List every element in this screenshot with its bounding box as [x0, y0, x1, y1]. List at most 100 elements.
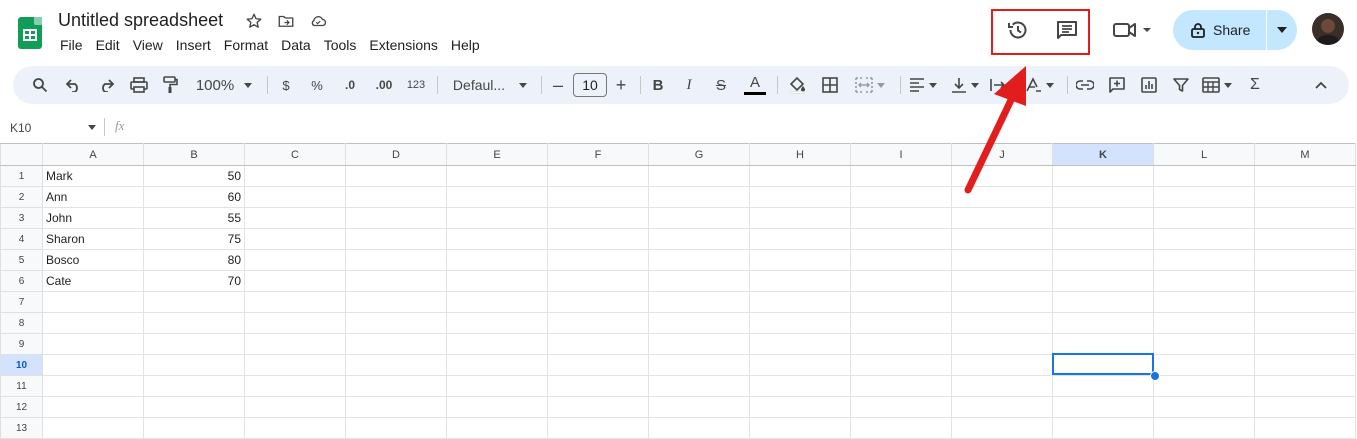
bold-button[interactable]: B: [647, 66, 669, 104]
cell-g2[interactable]: [648, 186, 750, 208]
cell-e6[interactable]: [446, 270, 548, 292]
cell-h9[interactable]: [749, 333, 851, 355]
cell-g5[interactable]: [648, 249, 750, 271]
cell-a4[interactable]: Sharon: [42, 228, 144, 250]
cell-h10[interactable]: [749, 354, 851, 376]
cell-k13[interactable]: [1052, 417, 1154, 439]
row-header[interactable]: 12: [0, 396, 43, 418]
cell-e10[interactable]: [446, 354, 548, 376]
column-header-a[interactable]: A: [42, 143, 144, 166]
cell-d5[interactable]: [345, 249, 447, 271]
cell-d11[interactable]: [345, 375, 447, 397]
undo-icon[interactable]: [61, 66, 87, 104]
cell-k2[interactable]: [1052, 186, 1154, 208]
cell-j3[interactable]: [951, 207, 1053, 229]
row-header[interactable]: 4: [0, 228, 43, 250]
row-header[interactable]: 9: [0, 333, 43, 355]
cell-l1[interactable]: [1153, 165, 1255, 187]
cell-i12[interactable]: [850, 396, 952, 418]
print-icon[interactable]: [126, 66, 152, 104]
strikethrough-button[interactable]: S: [710, 66, 732, 104]
cell-l11[interactable]: [1153, 375, 1255, 397]
cell-h12[interactable]: [749, 396, 851, 418]
cell-i8[interactable]: [850, 312, 952, 334]
document-title[interactable]: Untitled spreadsheet: [58, 10, 223, 31]
cell-b11[interactable]: [143, 375, 245, 397]
row-header[interactable]: 7: [0, 291, 43, 313]
cell-a13[interactable]: [42, 417, 144, 439]
cell-j11[interactable]: [951, 375, 1053, 397]
cell-i6[interactable]: [850, 270, 952, 292]
filter-icon[interactable]: [1169, 66, 1193, 104]
cell-j9[interactable]: [951, 333, 1053, 355]
cell-h13[interactable]: [749, 417, 851, 439]
cell-f4[interactable]: [547, 228, 649, 250]
cell-d9[interactable]: [345, 333, 447, 355]
row-header[interactable]: 1: [0, 165, 43, 187]
cell-e2[interactable]: [446, 186, 548, 208]
cell-e13[interactable]: [446, 417, 548, 439]
cell-d8[interactable]: [345, 312, 447, 334]
cell-a6[interactable]: Cate: [42, 270, 144, 292]
cell-g4[interactable]: [648, 228, 750, 250]
cell-g11[interactable]: [648, 375, 750, 397]
collapse-toolbar-icon[interactable]: [1309, 66, 1333, 104]
row-header[interactable]: 8: [0, 312, 43, 334]
cell-e12[interactable]: [446, 396, 548, 418]
cell-j5[interactable]: [951, 249, 1053, 271]
cell-h3[interactable]: [749, 207, 851, 229]
cell-c2[interactable]: [244, 186, 346, 208]
cell-l2[interactable]: [1153, 186, 1255, 208]
cell-i10[interactable]: [850, 354, 952, 376]
cell-c11[interactable]: [244, 375, 346, 397]
cell-g3[interactable]: [648, 207, 750, 229]
cell-j10[interactable]: [951, 354, 1053, 376]
fill-handle[interactable]: [1150, 371, 1160, 381]
cell-a11[interactable]: [42, 375, 144, 397]
cell-l9[interactable]: [1153, 333, 1255, 355]
insert-chart-icon[interactable]: [1137, 66, 1161, 104]
font-select[interactable]: Defaul...: [447, 66, 533, 104]
cell-f13[interactable]: [547, 417, 649, 439]
cell-i5[interactable]: [850, 249, 952, 271]
cell-f2[interactable]: [547, 186, 649, 208]
cell-k4[interactable]: [1052, 228, 1154, 250]
cell-f9[interactable]: [547, 333, 649, 355]
cell-k12[interactable]: [1052, 396, 1154, 418]
menu-tools[interactable]: Tools: [324, 37, 357, 53]
cell-f6[interactable]: [547, 270, 649, 292]
horizontal-align-icon[interactable]: [905, 66, 941, 104]
cell-h5[interactable]: [749, 249, 851, 271]
cell-b5[interactable]: 80: [143, 249, 245, 271]
cell-c6[interactable]: [244, 270, 346, 292]
cell-a2[interactable]: Ann: [42, 186, 144, 208]
currency-format-button[interactable]: $: [275, 66, 297, 104]
cell-b2[interactable]: 60: [143, 186, 245, 208]
cell-m4[interactable]: [1254, 228, 1356, 250]
cell-e9[interactable]: [446, 333, 548, 355]
cell-m2[interactable]: [1254, 186, 1356, 208]
selected-cell-k10[interactable]: [1052, 353, 1154, 375]
cloud-saved-icon[interactable]: [308, 11, 328, 31]
cell-a1[interactable]: Mark: [42, 165, 144, 187]
cell-b1[interactable]: 50: [143, 165, 245, 187]
insert-comment-icon[interactable]: [1105, 66, 1129, 104]
increase-decimal-button[interactable]: .00: [369, 66, 399, 104]
share-dropdown-icon[interactable]: [1267, 27, 1297, 33]
cell-a5[interactable]: Bosco: [42, 249, 144, 271]
column-header-d[interactable]: D: [345, 143, 447, 166]
percent-format-button[interactable]: %: [306, 66, 328, 104]
cell-d2[interactable]: [345, 186, 447, 208]
merge-cells-icon[interactable]: [849, 66, 891, 104]
cell-h4[interactable]: [749, 228, 851, 250]
more-formats-button[interactable]: 123: [403, 66, 429, 104]
insert-link-icon[interactable]: [1073, 66, 1097, 104]
column-header-b[interactable]: B: [143, 143, 245, 166]
column-header-l[interactable]: L: [1153, 143, 1255, 166]
cell-j6[interactable]: [951, 270, 1053, 292]
cell-m11[interactable]: [1254, 375, 1356, 397]
cell-m10[interactable]: [1254, 354, 1356, 376]
cell-m5[interactable]: [1254, 249, 1356, 271]
cell-h8[interactable]: [749, 312, 851, 334]
cell-d13[interactable]: [345, 417, 447, 439]
